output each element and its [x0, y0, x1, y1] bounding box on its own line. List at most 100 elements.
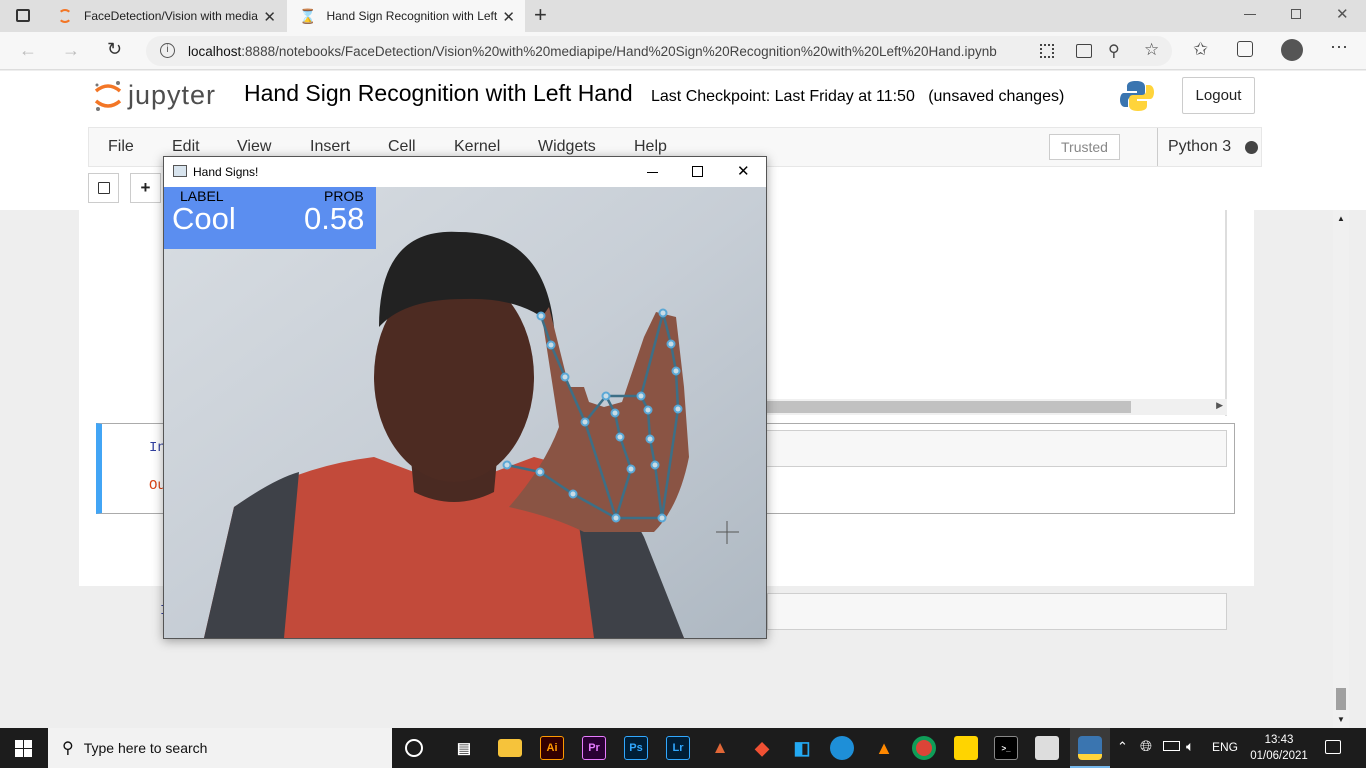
output-area: [1225, 210, 1227, 416]
battery-icon[interactable]: [1163, 741, 1180, 751]
menu-edit[interactable]: Edit: [172, 138, 200, 156]
profile-avatar[interactable]: [1281, 39, 1303, 61]
minimize-icon[interactable]: [647, 172, 658, 173]
matlab-icon[interactable]: ▲: [708, 736, 732, 760]
git-icon[interactable]: ◆: [750, 736, 774, 760]
close-window-icon[interactable]: ✕: [1336, 5, 1349, 23]
code-input[interactable]: [765, 430, 1227, 467]
info-icon[interactable]: i: [160, 43, 175, 58]
opencv-window[interactable]: Hand Signs! ✕ LABEL PROB Cool 0.58: [163, 156, 767, 639]
file-explorer-icon[interactable]: [498, 739, 522, 757]
trusted-indicator[interactable]: Trusted: [1049, 134, 1120, 160]
photoshop-icon[interactable]: Ps: [624, 736, 648, 760]
browser-toolbar: ← → ↻ i localhost:8888/notebooks/FaceDet…: [0, 32, 1366, 70]
reader-mode-icon[interactable]: [1076, 44, 1092, 58]
python-taskbar-icon[interactable]: [1078, 736, 1102, 760]
address-bar[interactable]: i localhost:8888/notebooks/FaceDetection…: [146, 36, 1172, 66]
menu-view[interactable]: View: [237, 138, 271, 156]
windows-taskbar: ⚲ Type here to search ▤ Ai Pr Ps Lr ▲ ◆ …: [0, 728, 1366, 768]
checkpoint-text: Last Checkpoint: Last Friday at 11:50: [651, 88, 915, 105]
menu-help[interactable]: Help: [634, 138, 667, 156]
notifications-icon[interactable]: [1325, 740, 1341, 754]
opencv-window-title: Hand Signs!: [193, 165, 259, 179]
minimize-icon[interactable]: [1244, 14, 1256, 15]
new-tab-button[interactable]: +: [534, 2, 547, 28]
favorites-icon[interactable]: ✩: [1193, 39, 1208, 60]
zoom-icon[interactable]: ⚲: [1108, 41, 1120, 61]
webcam-scene: [164, 187, 766, 638]
save-icon: [97, 182, 110, 194]
python-logo-icon: [1119, 79, 1155, 113]
page-scrollbar-thumb[interactable]: [1336, 688, 1346, 710]
menu-widgets[interactable]: Widgets: [538, 138, 596, 156]
premiere-icon[interactable]: Pr: [582, 736, 606, 760]
lightroom-icon[interactable]: Lr: [666, 736, 690, 760]
collections-icon[interactable]: [1237, 41, 1253, 57]
tab-label: FaceDetection/Vision with media: [84, 9, 258, 23]
edge-icon[interactable]: [830, 736, 854, 760]
chrome-icon[interactable]: [912, 736, 936, 760]
start-button[interactable]: [15, 740, 32, 757]
jupyter-logo[interactable]: jupyter: [92, 79, 237, 113]
kernel-indicator[interactable]: Python 3: [1157, 128, 1259, 166]
show-hidden-icons[interactable]: ⌃: [1117, 739, 1128, 755]
network-icon[interactable]: 🌐︎: [1140, 738, 1152, 755]
menu-kernel[interactable]: Kernel: [454, 138, 500, 156]
illustrator-icon[interactable]: Ai: [540, 736, 564, 760]
close-icon[interactable]: ✕: [737, 162, 750, 180]
restore-icon[interactable]: [1291, 9, 1301, 19]
task-view-icon[interactable]: ▤: [452, 736, 476, 760]
kernel-name: Python 3: [1168, 138, 1232, 155]
menu-file[interactable]: File: [108, 138, 134, 156]
hourglass-icon: ⌛: [299, 7, 317, 24]
notebook-title[interactable]: Hand Sign Recognition with Left Hand: [244, 80, 633, 107]
window-app-icon: [173, 165, 187, 177]
kernel-busy-icon: [1245, 140, 1259, 154]
sticky-notes-icon[interactable]: [954, 736, 978, 760]
plus-icon: +: [140, 178, 151, 197]
search-placeholder: Type here to search: [83, 740, 208, 756]
jupyter-logo-icon: [94, 81, 122, 111]
taskbar-search[interactable]: ⚲ Type here to search: [48, 728, 392, 768]
tab-actions-icon[interactable]: [16, 9, 30, 22]
jupyter-tab-icon: [58, 9, 72, 23]
menu-cell[interactable]: Cell: [388, 138, 416, 156]
terminal-icon[interactable]: >_: [994, 736, 1018, 760]
vlc-icon[interactable]: ▲: [872, 736, 896, 760]
language-indicator[interactable]: ENG: [1212, 740, 1238, 754]
refresh-icon[interactable]: ↻: [107, 39, 122, 60]
clock[interactable]: 13:43 01/06/2021: [1248, 732, 1310, 764]
close-icon[interactable]: ✕: [263, 8, 276, 26]
windows-logo-icon: [15, 740, 32, 757]
image-viewer-icon[interactable]: [1035, 736, 1059, 760]
predicted-label: Cool: [172, 201, 236, 236]
url-host: localhost: [188, 44, 242, 59]
scrollbar-thumb[interactable]: [767, 401, 1131, 413]
insert-cell-button[interactable]: +: [130, 173, 161, 203]
menu-insert[interactable]: Insert: [310, 138, 350, 156]
opencv-title-bar[interactable]: Hand Signs! ✕: [164, 157, 766, 187]
logout-button[interactable]: Logout: [1182, 77, 1255, 114]
vscode-icon[interactable]: ◧: [790, 736, 814, 760]
apps-icon[interactable]: [1040, 44, 1054, 58]
close-icon[interactable]: ✕: [502, 8, 515, 26]
favorite-add-icon[interactable]: ☆: [1144, 40, 1159, 60]
scroll-down-icon[interactable]: ▼: [1337, 715, 1345, 724]
predicted-probability: 0.58: [304, 201, 365, 236]
more-menu-icon[interactable]: ···: [1330, 36, 1348, 57]
back-icon[interactable]: ←: [19, 40, 37, 61]
volume-icon[interactable]: 🔈︎: [1186, 738, 1194, 755]
maximize-icon[interactable]: [692, 166, 703, 177]
cortana-icon[interactable]: [405, 739, 423, 757]
forward-icon[interactable]: →: [62, 40, 80, 61]
save-button[interactable]: [88, 173, 119, 203]
clock-date: 01/06/2021: [1250, 750, 1308, 762]
scroll-right-icon[interactable]: ▶: [1216, 400, 1223, 411]
tab-facedetection[interactable]: FaceDetection/Vision with media ✕: [48, 0, 286, 32]
horizontal-scrollbar[interactable]: ▶: [767, 399, 1227, 415]
tab-label: Hand Sign Recognition with Left: [326, 9, 498, 23]
tab-hand-sign[interactable]: ⌛ Hand Sign Recognition with Left ✕: [287, 0, 525, 32]
next-code-input[interactable]: [767, 593, 1227, 630]
scroll-up-icon[interactable]: ▲: [1337, 214, 1345, 223]
page-scrollbar[interactable]: ▲ ▼: [1333, 210, 1349, 728]
